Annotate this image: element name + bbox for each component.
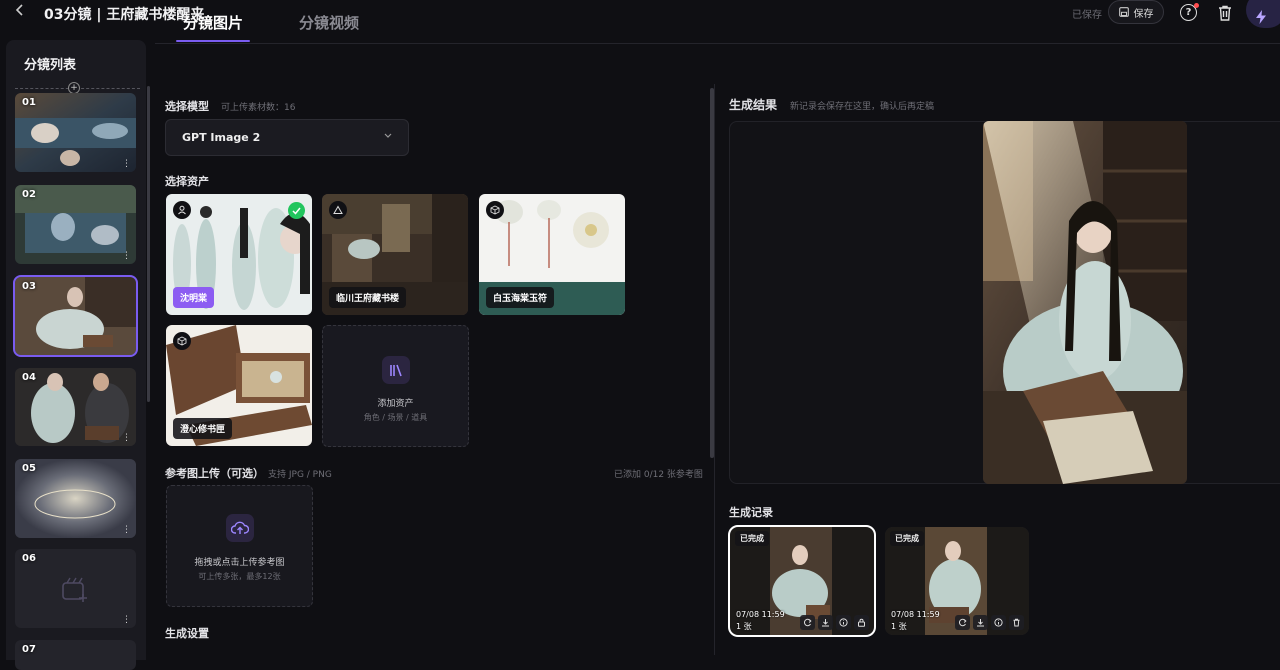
chevron-left-icon — [15, 4, 23, 16]
info-icon[interactable] — [836, 615, 851, 630]
asset-name: 白玉海棠玉符 — [486, 287, 555, 308]
save-label: 保存 — [1133, 8, 1154, 20]
regenerate-icon[interactable] — [800, 615, 815, 630]
trash-icon — [1219, 5, 1231, 21]
asset-card-character[interactable]: 沈明棠 — [166, 194, 312, 315]
history-label: 生成记录 — [729, 506, 773, 519]
download-icon[interactable] — [973, 615, 988, 630]
tab-divider — [155, 43, 1280, 44]
reference-label: 参考图上传（可选） — [165, 467, 264, 480]
page-title: 03分镜 | 王府藏书楼醒来 — [44, 7, 205, 23]
asset-name: 澄心修书匣 — [173, 418, 233, 439]
chevron-down-icon — [384, 133, 392, 138]
shot-item-04[interactable]: 04 ⋮ — [15, 368, 136, 446]
sidebar-scrollbar[interactable] — [147, 86, 150, 402]
question-icon: ? — [1185, 7, 1192, 18]
reference-count: 已添加 0/12 张参考图 — [614, 470, 703, 480]
upload-sub: 可上传多张，最多12张 — [198, 572, 281, 581]
image-placeholder-icon — [62, 577, 87, 602]
shot-item-01[interactable]: 01 ⋮ — [15, 93, 136, 172]
more-icon[interactable]: ⋮ — [122, 160, 131, 169]
shot-list-title: 分镜列表 — [24, 58, 77, 73]
tab-storyboard-video[interactable]: 分镜视频 — [299, 12, 359, 33]
asset-card-scene[interactable]: 临川王府藏书楼 — [322, 194, 468, 315]
download-icon[interactable] — [818, 615, 833, 630]
notification-dot — [1194, 3, 1199, 8]
more-icon[interactable]: ⋮ — [122, 434, 131, 443]
result-image[interactable] — [983, 121, 1187, 484]
generated-image — [983, 121, 1187, 484]
history-count: 1 张 — [891, 622, 907, 631]
asset-name: 临川王府藏书楼 — [329, 287, 407, 308]
status-badge: 已完成 — [735, 531, 769, 546]
asset-card-prop-jade[interactable]: 白玉海棠玉符 — [479, 194, 625, 315]
info-icon[interactable] — [991, 615, 1006, 630]
add-asset-button[interactable]: 添加资产 角色 / 场景 / 道具 — [322, 325, 469, 447]
history-time: 07/08 11:59 — [891, 610, 940, 619]
cube-icon — [486, 201, 504, 219]
delete-button[interactable] — [1216, 4, 1234, 22]
shot-number: 05 — [22, 463, 36, 474]
add-asset-sub: 角色 / 场景 / 道具 — [363, 413, 428, 422]
asset-name: 沈明棠 — [173, 287, 215, 308]
shot-number: 06 — [22, 553, 36, 564]
assets-label: 选择资产 — [165, 175, 209, 188]
upload-label: 拖拽或点击上传参考图 — [194, 558, 285, 568]
back-button[interactable] — [12, 4, 28, 20]
reference-hint: 支持 JPG / PNG — [268, 470, 332, 480]
model-label: 选择模型 — [165, 100, 209, 113]
result-label: 生成结果 — [729, 98, 778, 112]
active-tab-indicator — [176, 40, 250, 42]
shot-item-07[interactable]: 07 — [15, 640, 136, 670]
shot-number: 01 — [22, 97, 36, 108]
floppy-icon — [1118, 7, 1129, 17]
shot-item-02[interactable]: 02 ⋮ — [15, 185, 136, 264]
history-item-2[interactable]: 已完成 07/08 11:59 1 张 — [885, 527, 1029, 635]
generate-quick-button[interactable] — [1246, 0, 1280, 28]
shot-number: 02 — [22, 189, 36, 200]
check-icon — [288, 202, 305, 219]
mountain-icon — [329, 201, 347, 219]
more-icon[interactable]: ⋮ — [122, 526, 131, 535]
regenerate-icon[interactable] — [955, 615, 970, 630]
more-icon[interactable]: ⋮ — [122, 252, 131, 261]
library-icon — [382, 356, 410, 384]
save-button[interactable]: 保存 — [1108, 0, 1164, 24]
shot-list-panel: 分镜列表 + 01 ⋮ 02 ⋮ 03 04 ⋮ 05 ⋮ 06 ⋮ 07 — [6, 40, 150, 670]
more-icon[interactable]: ⋮ — [122, 616, 131, 625]
trash-icon[interactable] — [1009, 615, 1024, 630]
history-time: 07/08 11:59 — [736, 610, 785, 619]
shot-item-03[interactable]: 03 — [13, 275, 138, 357]
shot-number: 07 — [22, 644, 36, 655]
settings-label: 生成设置 — [165, 627, 209, 640]
shot-item-05[interactable]: 05 ⋮ — [15, 459, 136, 538]
history-item-1[interactable]: 已完成 07/08 11:59 1 张 — [728, 525, 876, 637]
shot-item-06[interactable]: 06 ⋮ — [15, 549, 136, 628]
asset-card-prop-box[interactable]: 澄心修书匣 — [166, 325, 312, 446]
reference-upload-dropzone[interactable]: 拖拽或点击上传参考图 可上传多张，最多12张 — [166, 485, 313, 607]
model-selected-value: GPT Image 2 — [182, 131, 261, 144]
cloud-upload-icon — [226, 514, 254, 542]
lock-icon[interactable] — [854, 615, 869, 630]
add-asset-label: 添加资产 — [377, 399, 414, 409]
shot-number: 03 — [22, 281, 36, 292]
history-count: 1 张 — [736, 622, 752, 631]
model-select[interactable]: GPT Image 2 — [165, 119, 409, 156]
tab-storyboard-image[interactable]: 分镜图片 — [183, 12, 243, 33]
cube-icon — [173, 332, 191, 350]
model-hint: 可上传素材数：16 — [221, 103, 296, 113]
panel-divider — [714, 84, 715, 655]
bolt-icon — [1256, 10, 1266, 24]
result-hint: 新记录会保存在这里，确认后再定稿 — [790, 102, 935, 112]
person-icon — [173, 201, 191, 219]
status-badge: 已完成 — [890, 531, 924, 546]
shot-number: 04 — [22, 372, 36, 383]
saved-status: 已保存 — [1072, 10, 1102, 21]
